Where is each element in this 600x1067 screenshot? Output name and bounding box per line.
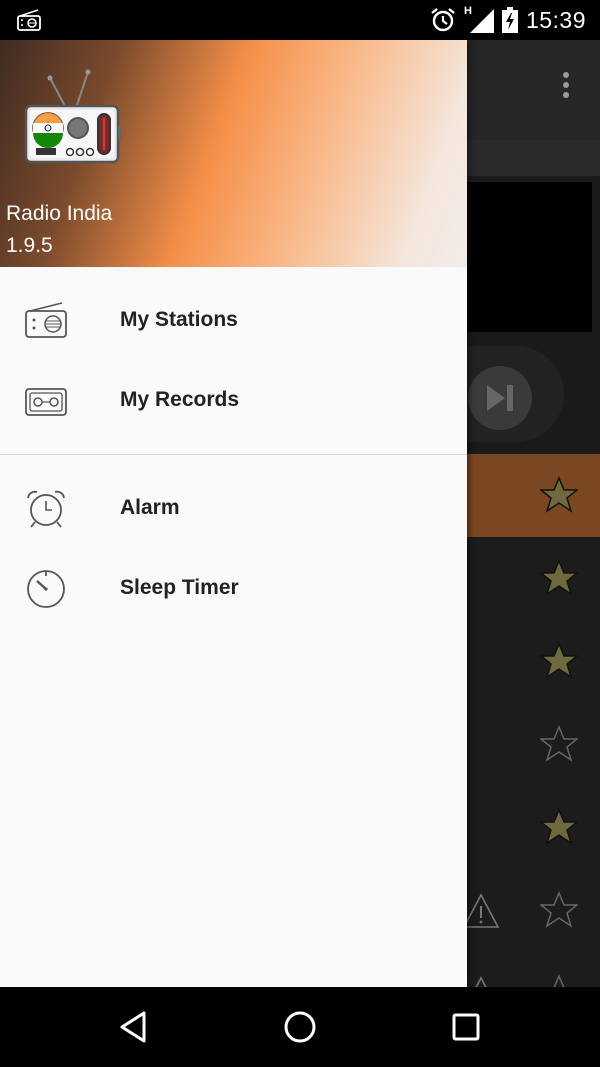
cassette-icon xyxy=(25,388,67,416)
menu-item-label: My Stations xyxy=(120,308,238,331)
app-version: 1.9.5 xyxy=(6,234,53,257)
favorite-star-icon[interactable] xyxy=(540,559,578,597)
menu-item-label: Alarm xyxy=(120,496,180,519)
radio-icon xyxy=(25,302,67,338)
status-icons: H 15:39 xyxy=(430,0,586,40)
signal-icon xyxy=(469,9,494,33)
radio-india-logo xyxy=(24,69,122,164)
skip-next-button[interactable] xyxy=(468,366,532,430)
navigation-drawer: Radio India 1.9.5 My Stations My Records xyxy=(0,40,467,987)
recents-icon[interactable] xyxy=(446,1007,486,1047)
favorite-star-outline-icon[interactable] xyxy=(540,974,578,987)
radio-notification-icon xyxy=(17,9,41,31)
menu-item-my-stations[interactable]: My Stations xyxy=(0,281,467,361)
alarm-clock-icon xyxy=(27,490,65,528)
menu-divider xyxy=(0,454,467,455)
menu-item-label: My Records xyxy=(120,388,240,411)
system-navigation-bar xyxy=(0,987,600,1067)
back-icon[interactable] xyxy=(114,1007,154,1047)
drawer-header: Radio India 1.9.5 xyxy=(0,40,467,267)
app-name: Radio India xyxy=(6,202,113,225)
menu-item-alarm[interactable]: Alarm xyxy=(0,469,467,549)
signal-indicator: H xyxy=(464,5,494,33)
overflow-menu-icon[interactable] xyxy=(562,72,570,102)
favorite-star-icon[interactable] xyxy=(540,642,578,680)
favorite-star-icon[interactable] xyxy=(540,476,578,514)
battery-charging-icon xyxy=(501,7,518,33)
status-bar: H 15:39 xyxy=(0,0,600,40)
menu-item-label: Sleep Timer xyxy=(120,576,239,599)
timer-icon xyxy=(27,570,65,608)
alarm-icon xyxy=(431,8,455,32)
warning-icon xyxy=(462,893,500,928)
favorite-star-outline-icon[interactable] xyxy=(540,891,578,929)
warning-icon xyxy=(475,976,487,987)
favorite-star-outline-icon[interactable] xyxy=(540,725,578,763)
menu-item-my-records[interactable]: My Records xyxy=(0,361,467,441)
favorite-star-icon[interactable] xyxy=(540,808,578,846)
menu-item-sleep-timer[interactable]: Sleep Timer xyxy=(0,549,467,629)
home-icon[interactable] xyxy=(280,1007,320,1047)
status-time: 15:39 xyxy=(525,6,586,33)
skip-next-icon xyxy=(487,385,513,411)
